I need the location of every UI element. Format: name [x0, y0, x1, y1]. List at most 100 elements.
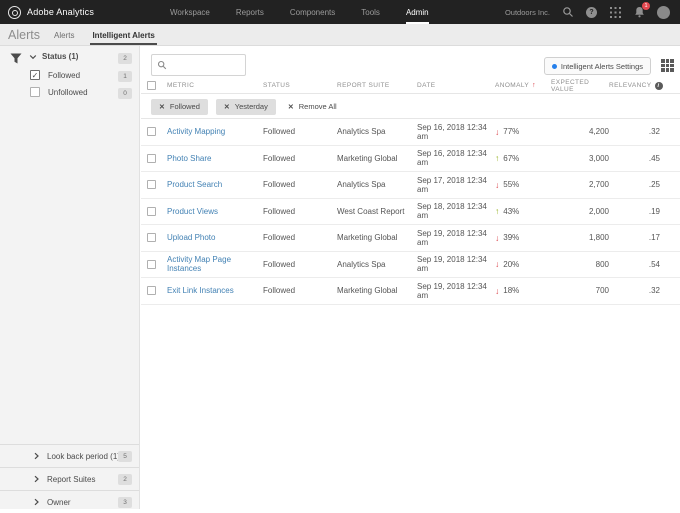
anomaly-down-icon: ↓	[495, 233, 499, 243]
table-row[interactable]: Activity Map Page Instances Followed Ana…	[141, 252, 680, 279]
filter-group-status[interactable]: Status (1)	[29, 52, 78, 61]
anomaly-up-icon: ↑	[495, 153, 499, 163]
metric-link[interactable]: Upload Photo	[167, 233, 263, 242]
chip-yesterday[interactable]: ✕ Yesterday	[216, 99, 276, 115]
filter-option-unfollowed[interactable]: Unfollowed	[30, 87, 88, 97]
nav-item-admin[interactable]: Admin	[406, 0, 429, 24]
date-cell: Sep 18, 2018 12:34 am	[417, 202, 495, 220]
search-box[interactable]	[151, 54, 246, 76]
grid-view-toggle-icon[interactable]	[661, 59, 674, 72]
table-row[interactable]: Product Search Followed Analytics Spa Se…	[141, 172, 680, 199]
alert-dot-icon	[552, 64, 557, 69]
chip-label: Yesterday	[235, 102, 268, 111]
adobe-experience-cloud-logo-icon	[8, 6, 21, 19]
anomaly-up-icon: ↑	[495, 206, 499, 216]
table-row[interactable]: Activity Mapping Followed Analytics Spa …	[141, 119, 680, 146]
row-checkbox[interactable]	[147, 286, 156, 295]
close-icon[interactable]: ✕	[159, 103, 165, 111]
filter-group-label: Status (1)	[42, 52, 78, 61]
header-date[interactable]: DATE	[417, 82, 495, 89]
filter-option-followed[interactable]: ✓ Followed	[30, 70, 80, 80]
app-switcher-icon[interactable]	[609, 6, 622, 19]
search-input[interactable]	[171, 61, 237, 70]
table-row[interactable]: Product Views Followed West Coast Report…	[141, 199, 680, 226]
expected-value-cell: 800	[551, 260, 609, 269]
primary-nav: Workspace Reports Components Tools Admin	[170, 0, 429, 24]
intelligent-alerts-settings-button[interactable]: Intelligent Alerts Settings	[544, 57, 651, 75]
anomaly-cell: ↓18%	[495, 286, 551, 296]
search-icon[interactable]	[561, 6, 574, 19]
tab-intelligent-alerts[interactable]: Intelligent Alerts	[90, 31, 156, 45]
anomaly-cell: ↓39%	[495, 233, 551, 243]
table-row[interactable]: Exit Link Instances Followed Marketing G…	[141, 278, 680, 305]
active-filters-bar: ✕ Followed ✕ Yesterday ✕ Remove All	[141, 95, 680, 119]
accordion-look-back-period[interactable]: Look back period (1) 5	[0, 444, 139, 467]
row-checkbox[interactable]	[147, 260, 156, 269]
row-checkbox[interactable]	[147, 207, 156, 216]
row-checkbox[interactable]	[147, 154, 156, 163]
table-row[interactable]: Upload Photo Followed Marketing Global S…	[141, 225, 680, 252]
nav-item-tools[interactable]: Tools	[361, 0, 380, 24]
followed-label: Followed	[48, 71, 80, 80]
unfollowed-checkbox[interactable]	[30, 87, 40, 97]
accordion-owner[interactable]: Owner 3	[0, 490, 139, 513]
filter-funnel-icon	[10, 53, 22, 64]
relevancy-cell: .17	[609, 233, 680, 242]
nav-item-reports[interactable]: Reports	[236, 0, 264, 24]
accordion-report-suites[interactable]: Report Suites 2	[0, 467, 139, 490]
nav-item-components[interactable]: Components	[290, 0, 335, 24]
report-suite-cell: Marketing Global	[337, 286, 417, 295]
close-icon[interactable]: ✕	[224, 103, 230, 111]
metric-link[interactable]: Activity Mapping	[167, 127, 263, 136]
anomaly-cell: ↑43%	[495, 206, 551, 216]
metric-link[interactable]: Exit Link Instances	[167, 286, 263, 295]
brand[interactable]: Adobe Analytics	[0, 6, 130, 19]
table-row[interactable]: Photo Share Followed Marketing Global Se…	[141, 146, 680, 173]
metric-link[interactable]: Product Views	[167, 207, 263, 216]
header-expected-value[interactable]: EXPECTED VALUE	[551, 79, 609, 93]
brand-label: Adobe Analytics	[27, 7, 94, 17]
org-switcher[interactable]: Outdoors Inc.	[505, 8, 550, 17]
expected-value-cell: 2,700	[551, 180, 609, 189]
metric-link[interactable]: Activity Map Page Instances	[167, 255, 263, 273]
row-checkbox[interactable]	[147, 127, 156, 136]
select-all-checkbox[interactable]	[147, 81, 156, 90]
date-cell: Sep 19, 2018 12:34 am	[417, 255, 495, 273]
anomaly-cell: ↓77%	[495, 127, 551, 137]
notification-badge: 1	[642, 2, 650, 10]
header-report-suite[interactable]: REPORT SUITE	[337, 82, 417, 89]
question-glyph: ?	[586, 7, 597, 18]
notifications-bell-icon[interactable]: 1	[633, 6, 646, 19]
header-anomaly[interactable]: ANOMALY ↑	[495, 82, 551, 89]
accordion-label: Owner	[47, 498, 71, 507]
chip-followed[interactable]: ✕ Followed	[151, 99, 208, 115]
followed-checkbox[interactable]: ✓	[30, 70, 40, 80]
status-cell: Followed	[263, 260, 337, 269]
status-cell: Followed	[263, 286, 337, 295]
tab-alerts[interactable]: Alerts	[52, 31, 76, 45]
anomaly-cell: ↓20%	[495, 259, 551, 269]
metric-link[interactable]: Photo Share	[167, 154, 263, 163]
help-icon[interactable]: ?	[585, 6, 598, 19]
nav-item-workspace[interactable]: Workspace	[170, 0, 210, 24]
expected-value-cell: 4,200	[551, 127, 609, 136]
chip-label: Followed	[170, 102, 200, 111]
date-cell: Sep 16, 2018 12:34 am	[417, 123, 495, 141]
status-cell: Followed	[263, 154, 337, 163]
header-relevancy[interactable]: RELEVANCY i	[609, 82, 680, 90]
user-avatar[interactable]	[657, 6, 670, 19]
remove-all-filters[interactable]: ✕ Remove All	[288, 102, 337, 111]
header-metric[interactable]: METRIC	[167, 82, 263, 89]
relevancy-cell: .54	[609, 260, 680, 269]
relevancy-cell: .32	[609, 127, 680, 136]
row-checkbox[interactable]	[147, 233, 156, 242]
row-checkbox[interactable]	[147, 180, 156, 189]
search-icon	[157, 60, 167, 70]
expected-value-cell: 700	[551, 286, 609, 295]
main-content: Intelligent Alerts Settings METRIC STATU…	[141, 46, 680, 509]
alerts-table: Activity Mapping Followed Analytics Spa …	[141, 119, 680, 305]
expected-value-cell: 3,000	[551, 154, 609, 163]
metric-link[interactable]: Product Search	[167, 180, 263, 189]
header-status[interactable]: STATUS	[263, 82, 337, 89]
unfollowed-label: Unfollowed	[48, 88, 88, 97]
